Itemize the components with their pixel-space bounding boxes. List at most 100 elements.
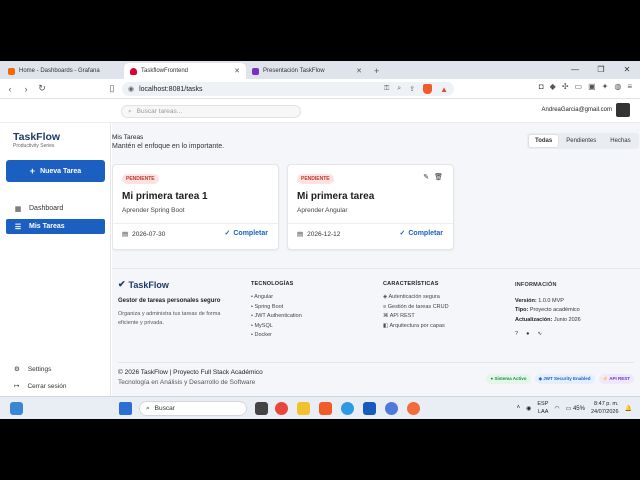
gear-icon: ⚙ — [14, 366, 20, 373]
filter-pendientes[interactable]: Pendientes — [560, 135, 602, 147]
list-item: • MySQL — [251, 322, 273, 329]
footer-features-column: CARACTERÍSTICAS ◈ Autenticación segura ≡… — [383, 281, 449, 331]
key-icon[interactable]: ⚿ — [384, 85, 389, 93]
footer-program: Tecnología en Análisis y Desarrollo de S… — [118, 379, 256, 386]
taskbar-search[interactable]: ⌕ Buscar — [139, 401, 247, 416]
camera-icon[interactable]: ◘ — [539, 82, 544, 91]
close-tab-icon[interactable]: ✕ — [234, 67, 240, 75]
list-item: ◧ Arquitectura por capas — [383, 322, 445, 329]
check-circle-icon: ✓ — [399, 230, 406, 237]
new-tab-plus-icon[interactable]: + — [368, 63, 385, 79]
complete-task-button[interactable]: ✓ Completar — [225, 229, 269, 238]
footer-heading: INFORMACIÓN — [515, 282, 557, 288]
search-icon: ⌕ — [128, 107, 132, 115]
maximize-icon[interactable]: ❐ — [588, 61, 614, 79]
address-bar[interactable]: ◉ localhost:8081/tasks ⚿ ⌕ ⇪ ▲ — [122, 82, 454, 96]
calendar-icon: ▤ — [122, 231, 129, 238]
user-menu[interactable]: AndreaGarcia@gmail.com — [542, 103, 630, 117]
browser-tab-strip: Home - Dashboards - Grafana TaskflowFron… — [0, 61, 640, 79]
rss-icon[interactable]: ∿ — [537, 330, 542, 340]
sidebar-item-dashboard[interactable]: ▦ Dashboard — [6, 201, 105, 216]
new-task-button[interactable]: + Nueva Tarea — [6, 160, 105, 182]
tray-app-icon[interactable]: ◉ — [526, 405, 531, 412]
forward-arrow-icon[interactable]: › — [18, 84, 34, 94]
windows-start-icon[interactable] — [119, 402, 132, 415]
notification-bell-icon[interactable]: 🔔 — [625, 405, 632, 412]
brave-icon[interactable] — [319, 402, 332, 415]
browser-extensions: ◘ ◆ ✣ ▭ ▣ ✦ ◍ ≡ — [539, 82, 632, 91]
close-tab-icon[interactable]: ✕ — [356, 67, 362, 75]
browser-tab-grafana[interactable]: Home - Dashboards - Grafana — [2, 63, 124, 79]
footer-heading: CARACTERÍSTICAS — [383, 281, 439, 287]
brave-rewards-icon[interactable]: ▲ — [440, 85, 448, 94]
chevron-up-icon[interactable]: ˄ — [517, 405, 521, 411]
list-item: ⌘ API REST — [383, 313, 415, 319]
complete-task-button[interactable]: ✓ Completar — [399, 229, 444, 238]
help-icon[interactable]: ? — [515, 330, 518, 340]
app-icon[interactable] — [385, 402, 398, 415]
postman-icon[interactable] — [407, 402, 420, 415]
extension-icon[interactable]: ◆ — [550, 82, 556, 91]
task-description: Aprender Spring Boot — [122, 207, 185, 214]
site-info-icon[interactable]: ◉ — [128, 85, 134, 93]
wifi-icon[interactable]: ◠ — [554, 405, 559, 412]
reload-icon[interactable]: ↻ — [34, 83, 50, 94]
sidebar-item-settings[interactable]: ⚙ Settings — [6, 362, 105, 376]
search-input[interactable]: ⌕ Buscar tareas... — [121, 105, 301, 118]
complete-label: Completar — [233, 229, 268, 237]
task-card: PENDIENTE Mi primera tarea 1 Aprender Sp… — [112, 164, 279, 250]
task-view-icon[interactable] — [255, 402, 268, 415]
social-links: ? ● ∿ — [515, 330, 581, 340]
tasks-icon: ☰ — [14, 223, 22, 231]
chrome-icon[interactable] — [275, 402, 288, 415]
filter-todas[interactable]: Todas — [529, 135, 559, 147]
system-tray: ˄ ◉ ESP LAA ◠ ▭ 45% 8:47 p. m. 24/07/202… — [517, 400, 632, 416]
info-row: Tipo: Proyecto académico — [515, 307, 580, 313]
leo-ai-icon[interactable]: ✦ — [602, 82, 609, 91]
brave-shield-icon[interactable] — [423, 84, 433, 94]
filter-hechas[interactable]: Hechas — [604, 135, 636, 147]
info-row: Versión: 1.0.0 MVP — [515, 297, 564, 304]
search-placeholder: Buscar tareas... — [136, 108, 183, 115]
share-icon[interactable]: ⇪ — [409, 85, 415, 93]
github-icon[interactable]: ● — [526, 330, 529, 340]
sidebar-toggle-icon[interactable]: ▭ — [575, 82, 583, 91]
battery-icon[interactable]: ▭ 45% — [566, 405, 585, 412]
logout-icon: ↦ — [14, 383, 20, 390]
clock[interactable]: 8:47 p. m. 24/07/2026 — [591, 400, 619, 416]
browser-tab-presentation[interactable]: Presentación TaskFlow ✕ — [246, 63, 368, 79]
logout-button[interactable]: ↦ Cerrar sesión — [6, 379, 105, 393]
taskbar-search-placeholder: Buscar — [154, 405, 175, 412]
sidebar-item-label: Mis Tareas — [29, 223, 65, 230]
search-icon: ⌕ — [146, 404, 150, 412]
bookmark-icon[interactable]: ▯ — [104, 83, 120, 94]
menu-icon[interactable]: ≡ — [627, 82, 632, 91]
vpn-icon[interactable]: ◍ — [614, 82, 621, 91]
tab-title: Home - Dashboards - Grafana — [19, 68, 100, 74]
file-explorer-icon[interactable] — [297, 402, 310, 415]
edge-icon[interactable] — [341, 402, 354, 415]
footer-divider — [118, 362, 634, 363]
close-window-icon[interactable]: ✕ — [614, 61, 640, 79]
wallet-icon[interactable]: ▣ — [588, 82, 596, 91]
zoom-icon[interactable]: ⌕ — [397, 85, 401, 93]
footer-brand-name: TaskFlow — [128, 279, 169, 290]
sidebar-item-mis-tareas[interactable]: ☰ Mis Tareas — [6, 219, 105, 234]
widgets-icon[interactable] — [10, 402, 23, 415]
edit-pencil-icon[interactable]: ✎ — [423, 173, 429, 181]
user-email: AndreaGarcia@gmail.com — [541, 107, 612, 113]
browser-tab-taskflow[interactable]: TaskflowFrontend ✕ — [124, 63, 246, 79]
trash-icon[interactable]: 🗑 — [434, 173, 443, 181]
card-actions: ✎ 🗑 — [423, 173, 443, 181]
footer-heading: TECNOLOGÍAS — [251, 281, 294, 287]
avatar[interactable] — [616, 103, 630, 117]
browser-window: Home - Dashboards - Grafana TaskflowFron… — [0, 61, 640, 419]
puzzle-icon[interactable]: ✣ — [562, 82, 569, 91]
dashboard-icon: ▦ — [14, 205, 22, 213]
footer-brand: ✔ TaskFlow — [118, 279, 233, 290]
keyboard-language[interactable]: ESP LAA — [537, 400, 548, 416]
word-icon[interactable] — [363, 402, 376, 415]
minimize-icon[interactable]: — — [562, 61, 588, 79]
back-arrow-icon[interactable]: ‹ — [2, 84, 18, 94]
status-badge: ⚡ API REST — [598, 374, 634, 384]
